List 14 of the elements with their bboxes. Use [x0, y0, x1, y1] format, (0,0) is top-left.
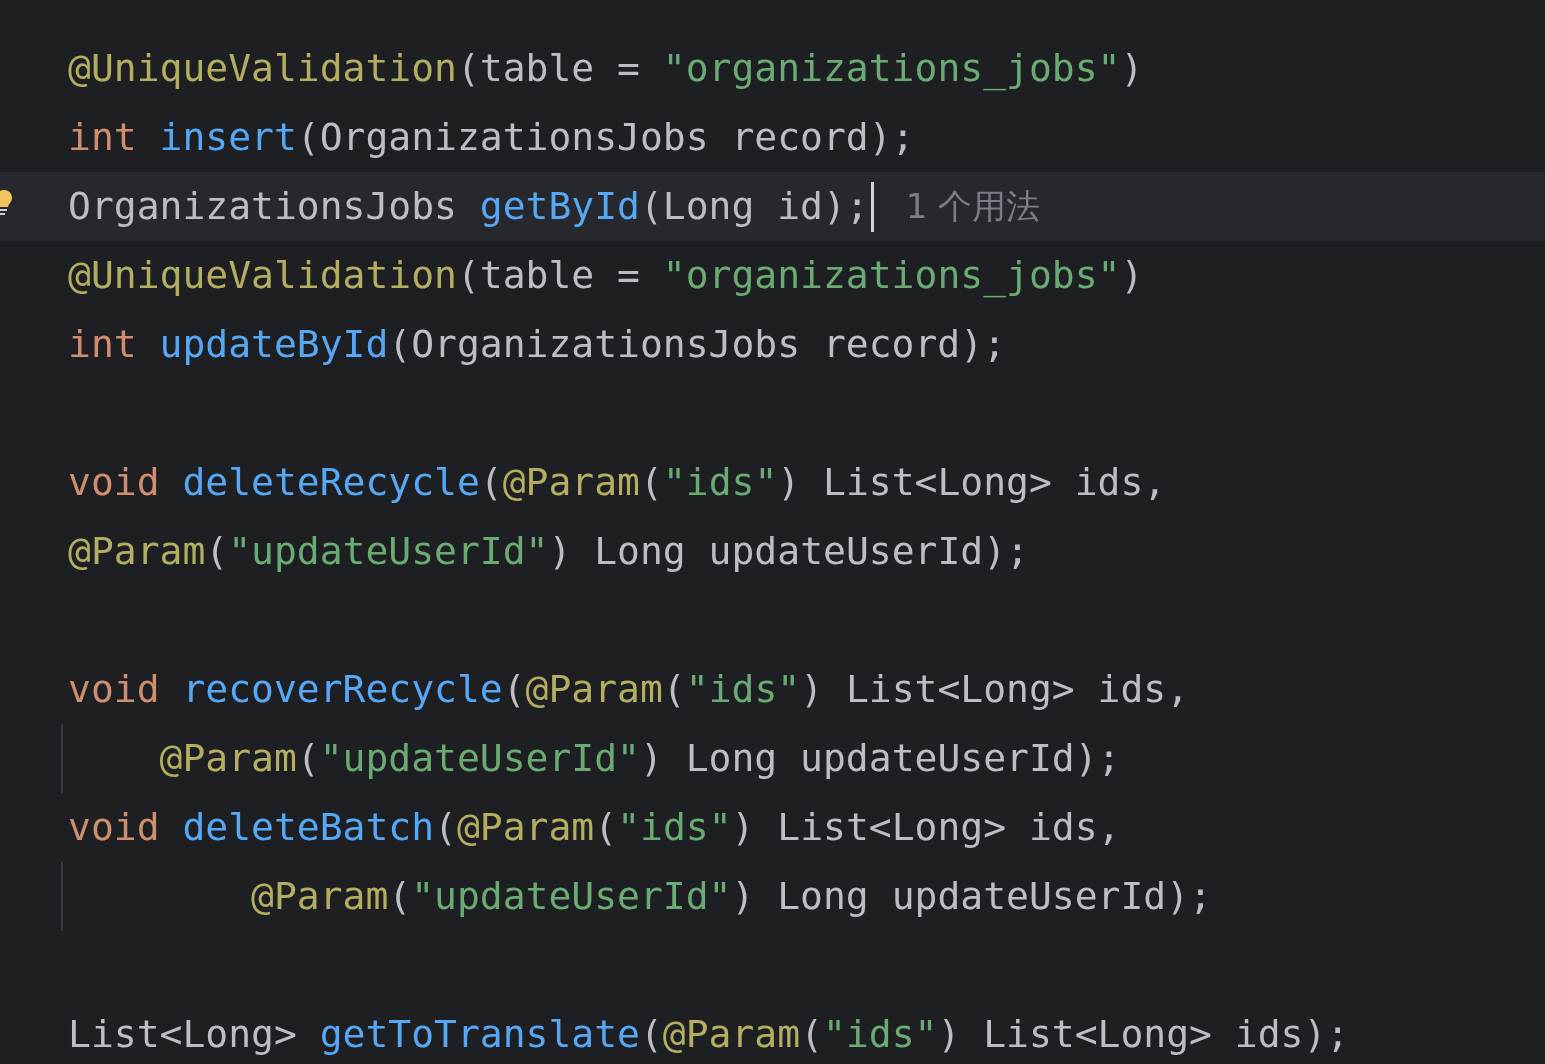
code-line: void recoverRecycle(@Param("ids") List<Long> ids,	[68, 666, 1190, 713]
code-line: @UniqueValidation(table = "organizations_jobs")	[68, 45, 1144, 92]
code-line: List<Long> getToTranslate(@Param("ids") List<Long> ids);	[68, 1011, 1350, 1058]
code-line: @Param("updateUserId") Long updateUserId);	[68, 528, 1029, 575]
text-cursor	[870, 181, 874, 232]
code-line: int insert(OrganizationsJobs record);	[68, 114, 915, 161]
code-line: int updateById(OrganizationsJobs record);	[68, 321, 1006, 368]
usage-hint[interactable]: 1 个用法	[905, 183, 1041, 230]
code-line: OrganizationsJobs getById(Long id);	[68, 183, 869, 230]
code-line: void deleteBatch(@Param("ids") List<Long> ids,	[68, 804, 1121, 851]
code-line: @UniqueValidation(table = "organizations_jobs")	[68, 252, 1144, 299]
code-line: void deleteRecycle(@Param("ids") List<Long> ids,	[68, 459, 1167, 506]
code-line: @Param("updateUserId") Long updateUserId);	[159, 735, 1121, 782]
code-line: @Param("updateUserId") Long updateUserId);	[251, 873, 1212, 920]
